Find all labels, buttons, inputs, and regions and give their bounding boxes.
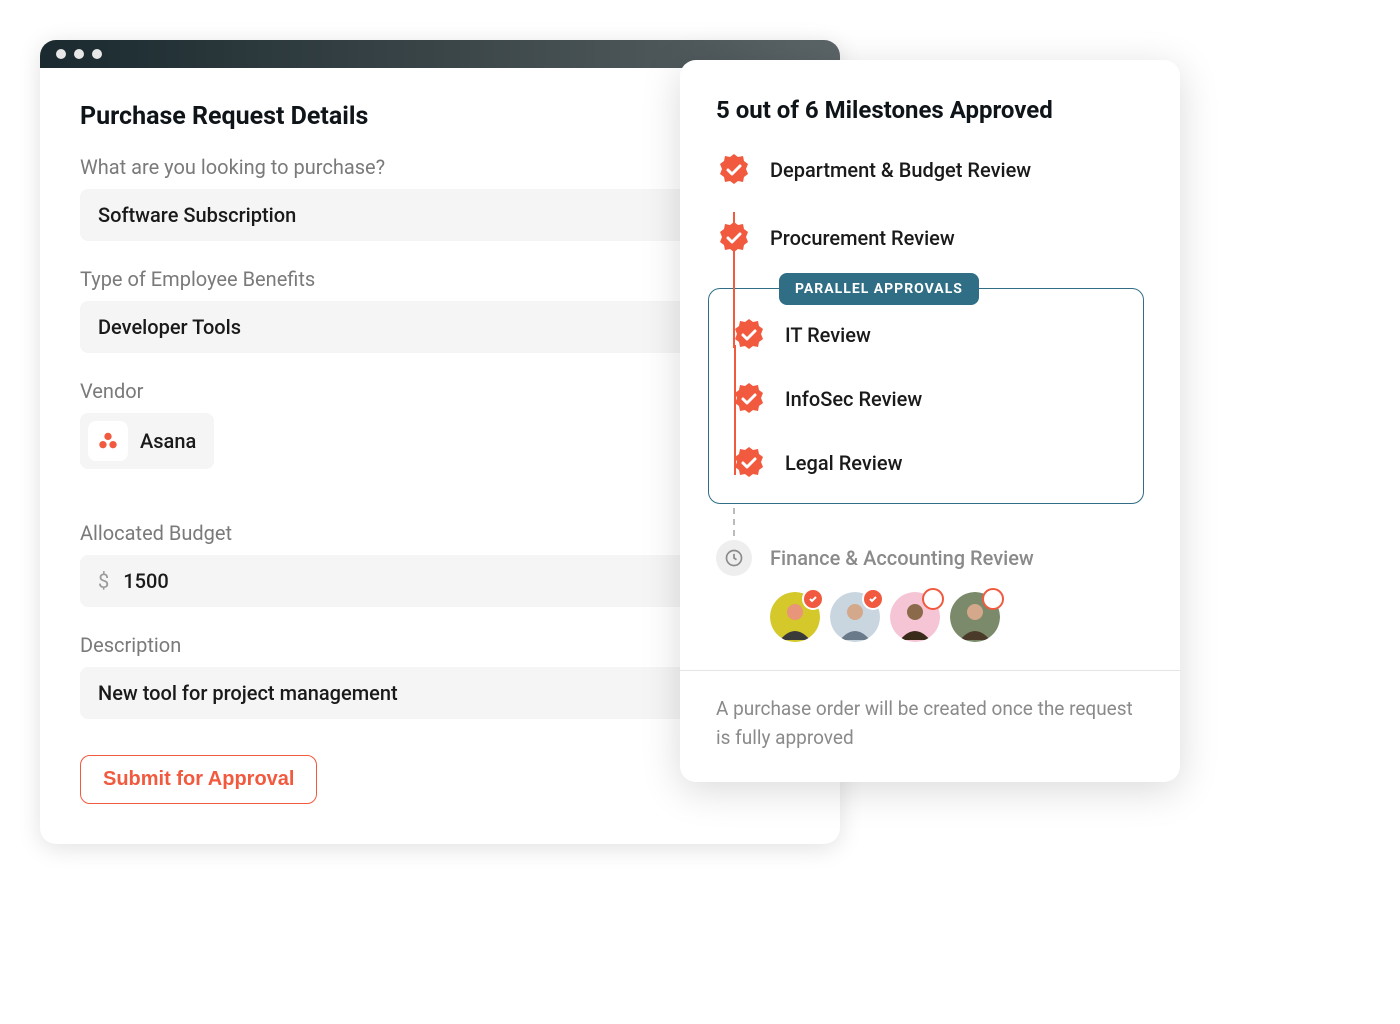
- parallel-approvals-group: PARALLEL APPROVALS IT Review InfoSec Rev…: [708, 288, 1144, 504]
- milestone-label: InfoSec Review: [785, 387, 922, 411]
- milestone-it-review: IT Review: [731, 317, 1121, 353]
- footer-note: A purchase order will be created once th…: [716, 695, 1144, 752]
- parallel-approvals-badge: PARALLEL APPROVALS: [779, 273, 979, 305]
- approver-avatar[interactable]: [890, 592, 940, 642]
- milestone-label: Procurement Review: [770, 226, 955, 250]
- milestone-procurement-review: Procurement Review: [716, 220, 1144, 256]
- approver-avatar[interactable]: [770, 592, 820, 642]
- milestone-legal-review: Legal Review: [731, 445, 1121, 481]
- approver-avatar[interactable]: [950, 592, 1000, 642]
- window-control-dot[interactable]: [92, 49, 102, 59]
- window-control-dot[interactable]: [74, 49, 84, 59]
- milestone-dept-review: Department & Budget Review: [716, 152, 1144, 188]
- check-icon: [802, 588, 824, 610]
- dashed-connector: [733, 508, 1144, 536]
- pending-circle-icon: [922, 588, 944, 610]
- milestones-title: 5 out of 6 Milestones Approved: [716, 96, 1144, 124]
- milestones-panel: 5 out of 6 Milestones Approved Departmen…: [680, 60, 1180, 782]
- clock-icon: [716, 540, 752, 576]
- approver-avatar[interactable]: [830, 592, 880, 642]
- check-icon: [862, 588, 884, 610]
- approved-badge-icon: [716, 220, 752, 256]
- budget-value: 1500: [123, 569, 168, 593]
- milestone-label: Department & Budget Review: [770, 158, 1031, 182]
- divider: [680, 670, 1180, 671]
- approved-badge-icon: [731, 381, 767, 417]
- submit-for-approval-button[interactable]: Submit for Approval: [80, 755, 317, 804]
- vendor-input[interactable]: Asana: [80, 413, 214, 469]
- milestone-label: Finance & Accounting Review: [770, 546, 1034, 570]
- milestone-label: IT Review: [785, 323, 871, 347]
- window-control-dot[interactable]: [56, 49, 66, 59]
- approved-badge-icon: [731, 445, 767, 481]
- approved-badge-icon: [731, 317, 767, 353]
- milestone-label: Legal Review: [785, 451, 902, 475]
- vendor-value: Asana: [140, 429, 196, 453]
- asana-logo-icon: [88, 421, 128, 461]
- pending-circle-icon: [982, 588, 1004, 610]
- currency-symbol: $: [98, 569, 109, 593]
- milestone-infosec-review: InfoSec Review: [731, 381, 1121, 417]
- milestone-finance-review: Finance & Accounting Review: [716, 540, 1144, 576]
- approved-badge-icon: [716, 152, 752, 188]
- approver-avatars: [770, 592, 1144, 642]
